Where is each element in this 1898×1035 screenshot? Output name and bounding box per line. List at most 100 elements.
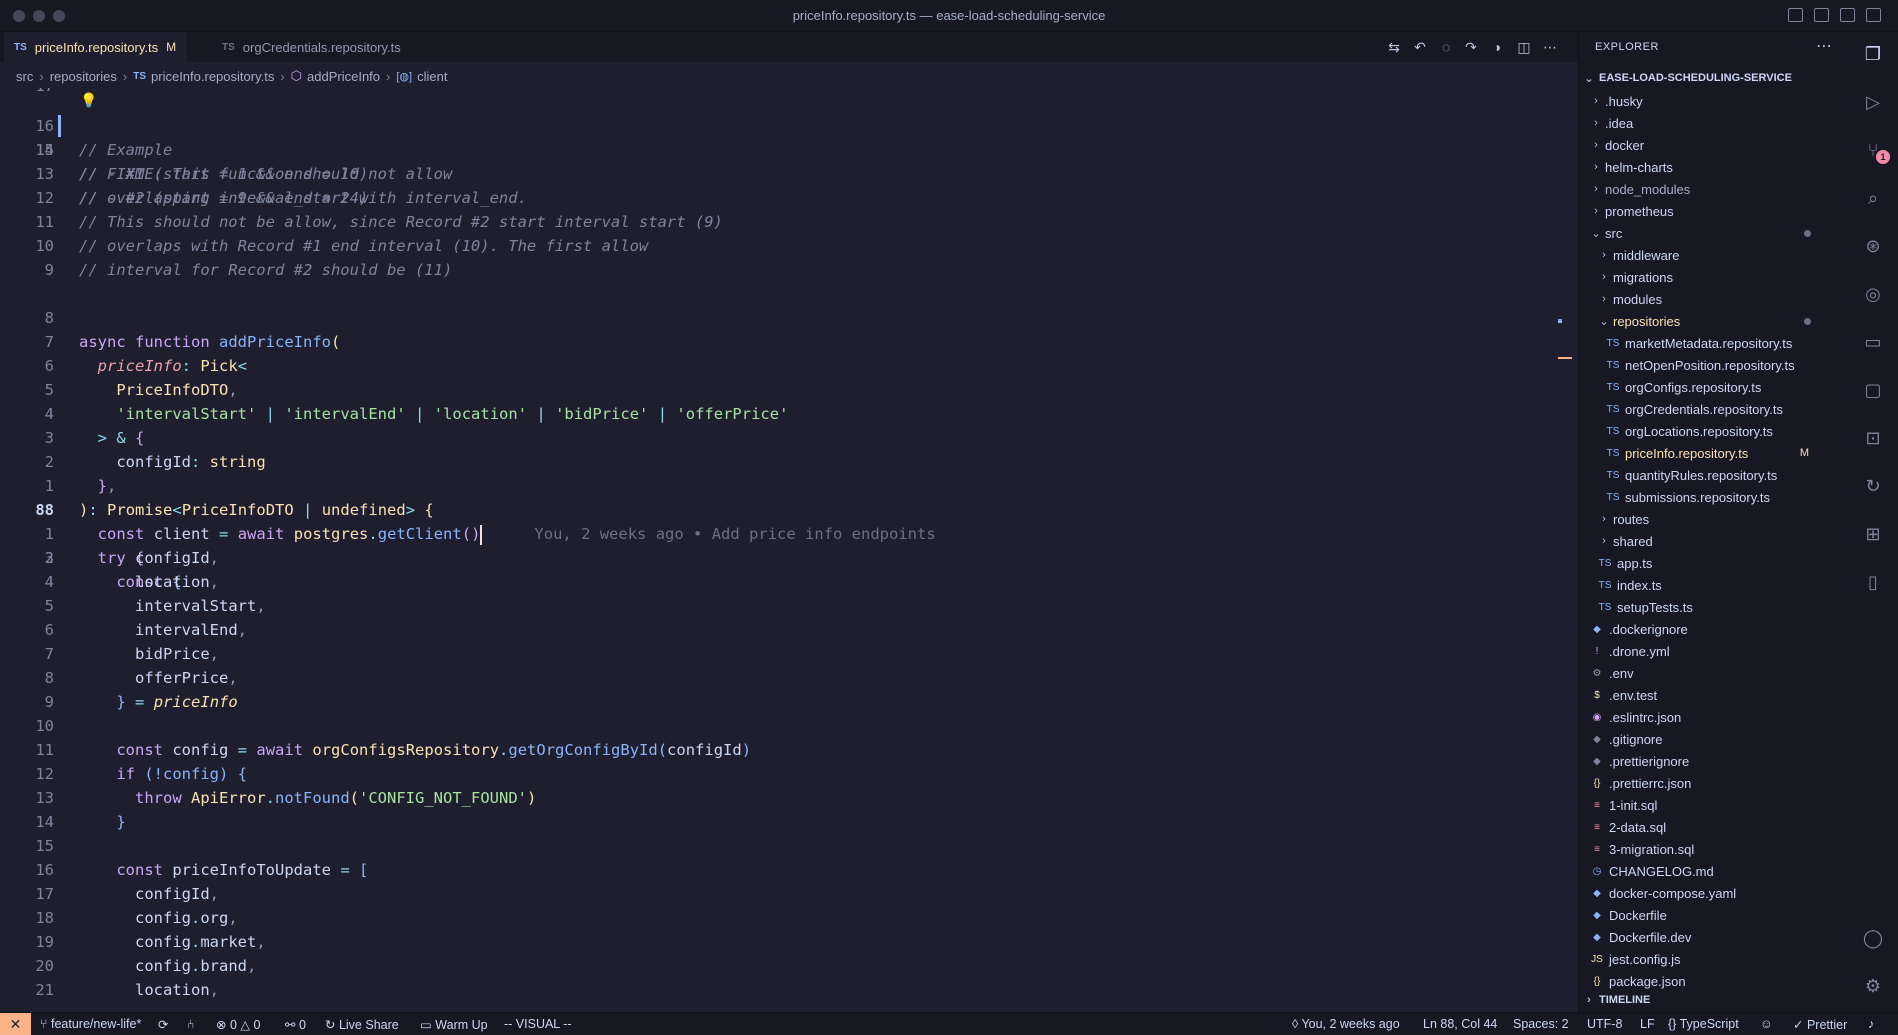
branch-status[interactable]: ⑂ feature/new-life*: [40, 1017, 141, 1031]
explorer-item[interactable]: › routes: [1579, 508, 1849, 530]
more-actions-icon[interactable]: ⋯: [1542, 39, 1558, 55]
explorer-item[interactable]: TS submissions.repository.ts: [1579, 486, 1849, 508]
sync-icon[interactable]: ⟳: [158, 1017, 168, 1032]
explorer-item[interactable]: ◆ .prettierignore: [1579, 750, 1849, 772]
explorer-item[interactable]: ⌄ src: [1579, 222, 1849, 244]
explorer-item[interactable]: ≡ 1-init.sql: [1579, 794, 1849, 816]
explorer-item[interactable]: ⚙ .env: [1579, 662, 1849, 684]
code-editor[interactable]: 17 16 💡 // FIXME: This function should n…: [0, 88, 1578, 1022]
settings-gear-icon[interactable]: ⚙: [1861, 974, 1885, 998]
explorer-icon[interactable]: ❐: [1861, 42, 1885, 66]
explorer-item[interactable]: ◆ .dockerignore: [1579, 618, 1849, 640]
explorer-item[interactable]: ≡ 2-data.sql: [1579, 816, 1849, 838]
explorer-item[interactable]: ◉ .eslintrc.json: [1579, 706, 1849, 728]
gitlens-icon[interactable]: ◎: [1861, 282, 1885, 306]
testing-icon[interactable]: ⊡: [1861, 426, 1885, 450]
ports-status[interactable]: ⚯ 0: [285, 1017, 306, 1032]
timeline-section[interactable]: › TIMELINE: [1579, 990, 1849, 1010]
explorer-item[interactable]: › docker: [1579, 134, 1849, 156]
explorer-item[interactable]: {} .prettierrc.json: [1579, 772, 1849, 794]
project-root[interactable]: ⌄ EASE-LOAD-SCHEDULING-SERVICE: [1579, 68, 1849, 88]
explorer-item[interactable]: › node_modules: [1579, 178, 1849, 200]
breadcrumb-file[interactable]: priceInfo.repository.ts: [151, 69, 274, 84]
git-blame-status[interactable]: ◊ You, 2 weeks ago: [1292, 1017, 1400, 1031]
explorer-item[interactable]: ! .drone.yml: [1579, 640, 1849, 662]
cursor-position-status[interactable]: Ln 88, Col 44: [1423, 1017, 1497, 1031]
next-change-icon[interactable]: ↷: [1463, 39, 1479, 55]
explorer-item[interactable]: {} package.json: [1579, 970, 1849, 992]
explorer-item[interactable]: ◆ .gitignore: [1579, 728, 1849, 750]
toggle-panel-icon[interactable]: [1814, 8, 1829, 22]
problems-status[interactable]: ⊗ 0 △ 0: [216, 1017, 260, 1032]
copilot-icon[interactable]: ☺: [1760, 1017, 1773, 1031]
explorer-item[interactable]: TS marketMetadata.repository.ts: [1579, 332, 1849, 354]
customize-layout-icon[interactable]: [1866, 8, 1881, 22]
code-line: 2 },: [44, 453, 117, 495]
explorer-item[interactable]: › migrations: [1579, 266, 1849, 288]
explorer-item[interactable]: TS priceInfo.repository.ts M: [1579, 442, 1849, 464]
lightbulb-icon[interactable]: 💡: [80, 89, 97, 113]
explorer-item[interactable]: › .husky: [1579, 90, 1849, 112]
bookmarks-icon[interactable]: ▯: [1861, 570, 1885, 594]
comments-icon[interactable]: ▢: [1861, 378, 1885, 402]
timeline-icon[interactable]: ◑: [1489, 39, 1505, 55]
explorer-item[interactable]: › .idea: [1579, 112, 1849, 134]
explorer-item[interactable]: TS app.ts: [1579, 552, 1849, 574]
open-changes-icon[interactable]: ⇆: [1386, 39, 1402, 55]
explorer-item[interactable]: › helm-charts: [1579, 156, 1849, 178]
explorer-item[interactable]: › modules: [1579, 288, 1849, 310]
explorer-item[interactable]: › shared: [1579, 530, 1849, 552]
breadcrumb-repositories[interactable]: repositories: [50, 69, 117, 84]
explorer-item[interactable]: ◆ Dockerfile: [1579, 904, 1849, 926]
explorer-item[interactable]: ⌄ repositories: [1579, 310, 1849, 332]
go-back-icon[interactable]: ↶: [1412, 39, 1428, 55]
explorer-item[interactable]: › middleware: [1579, 244, 1849, 266]
previous-change-icon[interactable]: ◌: [1438, 39, 1454, 55]
explorer-item[interactable]: TS netOpenPosition.repository.ts: [1579, 354, 1849, 376]
breadcrumb-variable[interactable]: client: [417, 69, 447, 84]
notifications-icon[interactable]: ♪: [1868, 1017, 1874, 1031]
explorer-item[interactable]: ≡ 3-migration.sql: [1579, 838, 1849, 860]
live-share-status[interactable]: ↻ Live Share: [325, 1017, 399, 1032]
explorer-item-label: quantityRules.repository.ts: [1625, 467, 1778, 483]
git-change-marker[interactable]: [58, 115, 61, 137]
prettier-status[interactable]: ✓ Prettier: [1793, 1017, 1847, 1032]
explorer-item[interactable]: $ .env.test: [1579, 684, 1849, 706]
explorer-item[interactable]: JS jest.config.js: [1579, 948, 1849, 970]
tab-priceinfo-repository[interactable]: TS priceInfo.repository.ts M: [4, 32, 187, 62]
remote-explorer-icon[interactable]: ▭: [1861, 330, 1885, 354]
live-share-icon[interactable]: ↻: [1861, 474, 1885, 498]
git-graph-status-icon[interactable]: ⑃: [187, 1017, 195, 1031]
search-icon[interactable]: ⌕: [1861, 186, 1885, 210]
toggle-primary-sidebar-icon[interactable]: [1788, 8, 1803, 22]
indentation-status[interactable]: Spaces: 2: [1513, 1017, 1569, 1031]
explorer-item[interactable]: ◷ CHANGELOG.md: [1579, 860, 1849, 882]
explorer-item[interactable]: TS quantityRules.repository.ts: [1579, 464, 1849, 486]
tab-orgcredentials-repository[interactable]: TS orgCredentials.repository.ts: [212, 32, 411, 62]
explorer-item[interactable]: TS orgConfigs.repository.ts: [1579, 376, 1849, 398]
git-graph-icon[interactable]: ⊛: [1861, 234, 1885, 258]
explorer-item[interactable]: ◆ Dockerfile.dev: [1579, 926, 1849, 948]
explorer-item[interactable]: › prometheus: [1579, 200, 1849, 222]
breadcrumb-src[interactable]: src: [16, 69, 33, 84]
overview-ruler-mark: [1558, 319, 1562, 323]
explorer-item[interactable]: TS orgCredentials.repository.ts: [1579, 398, 1849, 420]
explorer-item-label: .dockerignore: [1609, 621, 1688, 637]
remote-indicator-icon[interactable]: ✕: [0, 1013, 31, 1035]
split-editor-icon[interactable]: ◫: [1516, 39, 1532, 55]
encoding-status[interactable]: UTF-8: [1587, 1017, 1622, 1031]
more-actions-icon[interactable]: ⋯: [1816, 36, 1832, 56]
explorer-item[interactable]: TS setupTests.ts: [1579, 596, 1849, 618]
warm-up-status[interactable]: ▭ Warm Up: [420, 1017, 488, 1032]
breadcrumb-function[interactable]: addPriceInfo: [307, 69, 380, 84]
explorer-item[interactable]: ◆ docker-compose.yaml: [1579, 882, 1849, 904]
explorer-item[interactable]: TS orgLocations.repository.ts: [1579, 420, 1849, 442]
toggle-secondary-sidebar-icon[interactable]: [1840, 8, 1855, 22]
json-file-icon: {}: [1593, 975, 1601, 987]
eol-status[interactable]: LF: [1640, 1017, 1655, 1031]
extensions-icon[interactable]: ⊞: [1861, 522, 1885, 546]
explorer-item[interactable]: TS index.ts: [1579, 574, 1849, 596]
accounts-icon[interactable]: ◯: [1861, 926, 1885, 950]
run-debug-icon[interactable]: ▷: [1861, 90, 1885, 114]
language-status[interactable]: {} TypeScript: [1668, 1017, 1739, 1031]
